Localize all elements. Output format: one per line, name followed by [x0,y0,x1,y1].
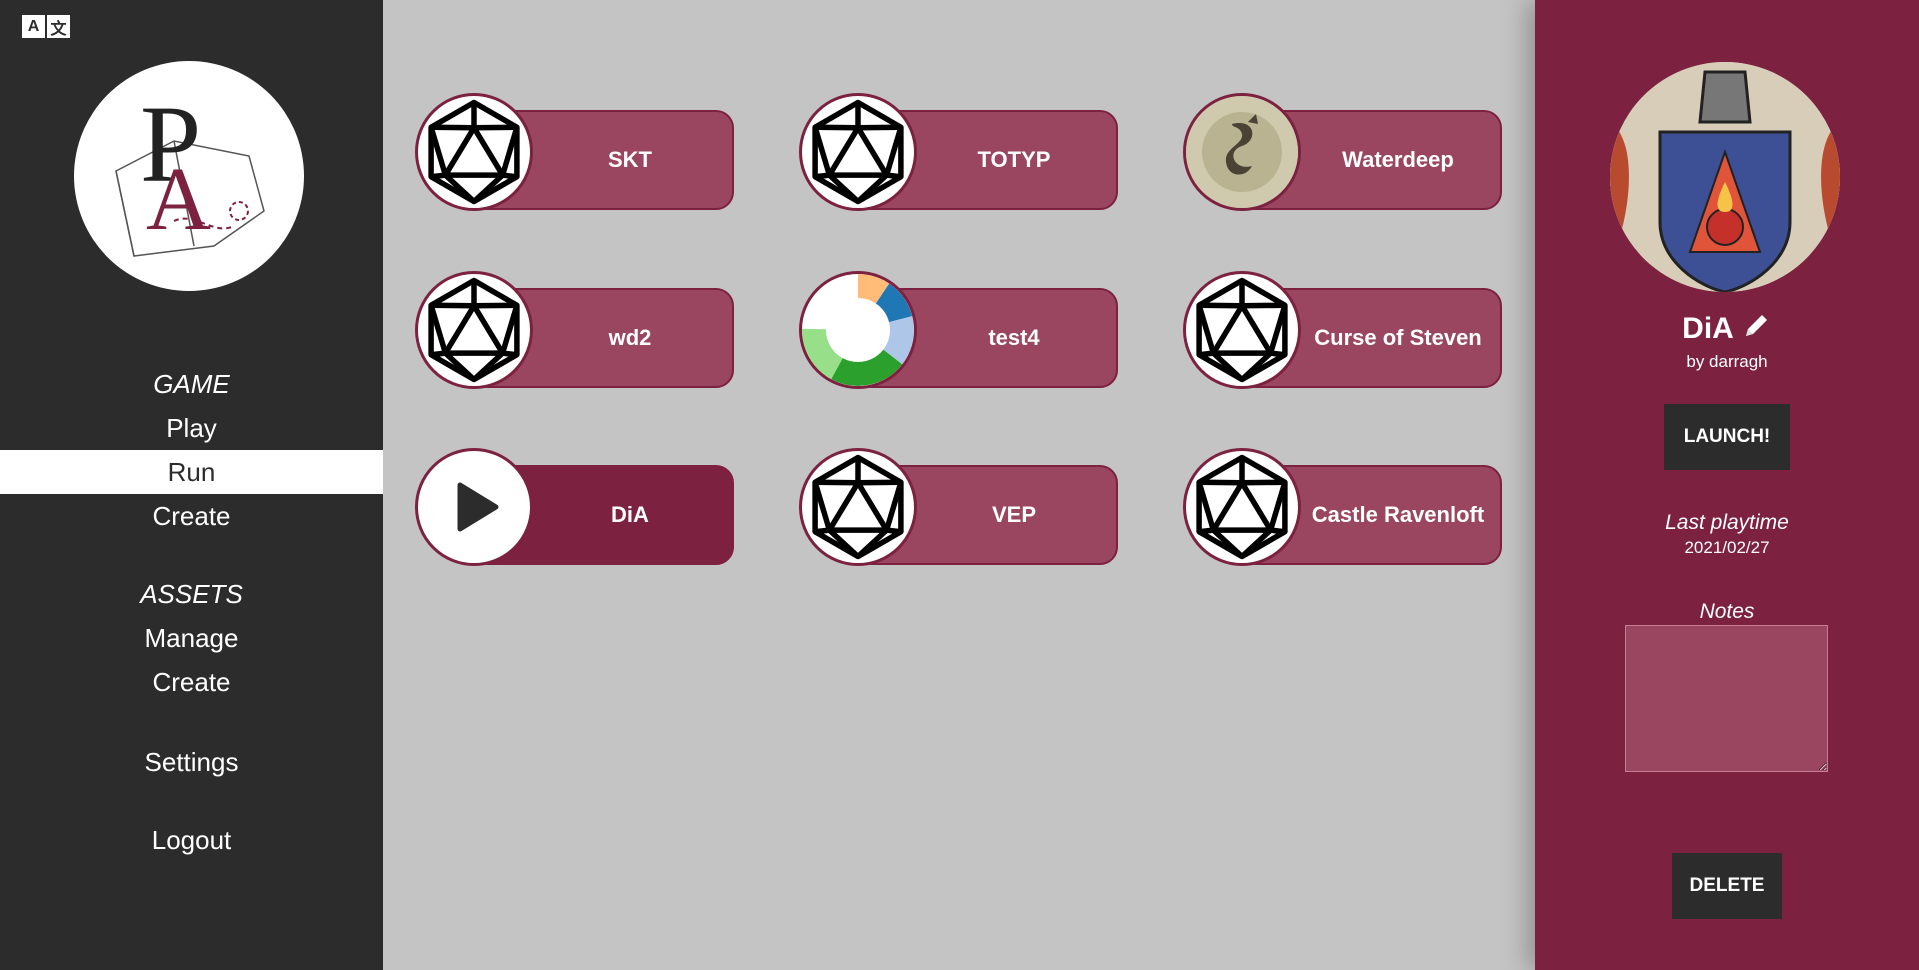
language-toggle-latin[interactable]: A [22,15,45,38]
game-card-test4[interactable]: test4 [799,271,1119,391]
nav-item-manage[interactable]: Manage [0,616,383,660]
nav-item-run[interactable]: Run [0,450,383,494]
nav-item-play[interactable]: Play [0,406,383,450]
language-toggle-cjk[interactable]: 文 [47,15,70,38]
game-card-skt[interactable]: SKT [415,93,735,213]
game-card-vep[interactable]: VEP [799,448,1119,568]
game-author: by darragh [1686,352,1768,371]
delete-button[interactable]: DELETE [1672,853,1782,919]
game-card-name: VEP [991,502,1037,527]
game-card-curse-of-steven[interactable]: Curse of Steven [1183,271,1503,391]
nav-heading-game: GAME [153,369,230,399]
game-card-name: Castle Ravenloft [1311,502,1485,527]
nav-game-section: GAME Play Run Create [0,362,383,538]
language-toggle[interactable]: A 文 [22,15,70,38]
game-title-text: DiA [1682,312,1734,345]
d20-icon [799,448,917,566]
d20-icon [415,271,533,389]
game-title: DiA [1535,310,1919,348]
nav-item-create-game[interactable]: Create [0,494,383,538]
nav-settings-section: Settings [0,740,383,784]
game-card-waterdeep[interactable]: Waterdeep [1183,93,1503,213]
nav-assets-section: ASSETS Manage Create [0,572,383,704]
game-card-wd2[interactable]: wd2 [415,271,735,391]
last-playtime-value: 2021/02/27 [1684,538,1770,557]
game-card-name: TOTYP [977,147,1051,172]
app-logo: P A [74,61,304,291]
d20-icon [415,93,533,211]
nav-item-settings[interactable]: Settings [0,740,383,784]
game-details-panel: DiA by darragh LAUNCH! Last playtime 202… [1535,0,1919,970]
game-card-dia[interactable]: DiA [415,448,735,568]
donut-chart-icon [799,271,917,389]
play-icon[interactable] [415,448,533,566]
notes-label: Notes [1699,600,1755,623]
sidebar: A 文 P A GAME Play Run Create ASSETS Mana… [0,0,383,970]
pencil-icon[interactable] [1742,310,1772,348]
notes-textarea[interactable] [1625,625,1828,772]
nav-item-logout[interactable]: Logout [0,818,383,862]
d20-icon [799,93,917,211]
game-card-name: wd2 [608,325,652,350]
game-card-totyp[interactable]: TOTYP [799,93,1119,213]
launch-button[interactable]: LAUNCH! [1664,404,1790,470]
d20-icon [1183,448,1301,566]
nav-item-create-asset[interactable]: Create [0,660,383,704]
svg-text:A: A [146,150,211,249]
nav-logout-section: Logout [0,818,383,862]
game-card-name: Curse of Steven [1314,325,1482,350]
d20-icon [1183,271,1301,389]
game-cover-image [1610,62,1840,292]
nav-heading-assets: ASSETS [140,579,243,609]
game-card-castle-ravenloft[interactable]: Castle Ravenloft [1183,448,1503,568]
game-card-name: DiA [611,502,649,527]
game-card-name: Waterdeep [1342,147,1454,172]
waterdeep-image [1183,93,1301,211]
last-playtime-label: Last playtime [1665,511,1789,534]
game-card-name: test4 [988,325,1040,350]
game-card-name: SKT [608,147,652,172]
